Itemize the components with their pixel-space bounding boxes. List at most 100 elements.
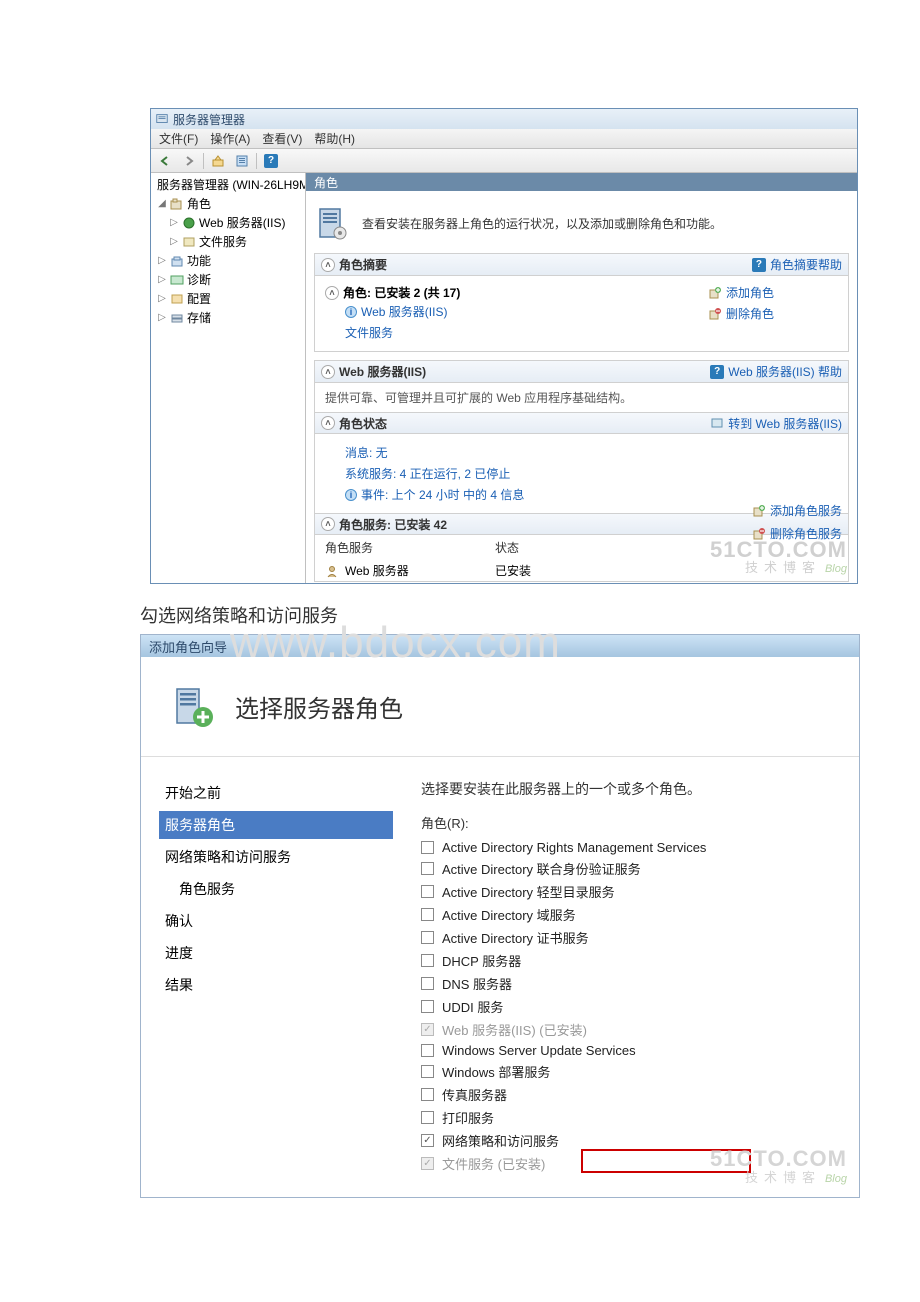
tree-config[interactable]: ▷ 配置 [151,289,305,308]
up-button[interactable] [208,151,228,171]
info-icon: i [345,489,357,501]
iis-help-link[interactable]: ? Web 服务器(IIS) 帮助 [710,363,842,380]
role-item[interactable]: 传真服务器 [421,1083,849,1106]
wizard-main: 选择要安装在此服务器上的一个或多个角色。 角色(R): Active Direc… [411,757,859,1197]
back-button[interactable] [155,151,175,171]
collapse-icon[interactable]: ◢ [157,198,167,209]
checkbox[interactable] [421,977,434,990]
help-button[interactable]: ? [261,151,281,171]
role-link-file[interactable]: 文件服务 [325,322,708,343]
help-icon: ? [710,365,724,379]
tree-pane[interactable]: 服务器管理器 (WIN-26LH9MG ◢ 角色 ▷ Web 服务器(IIS) … [151,173,306,583]
remove-role-link[interactable]: 删除角色 [708,305,838,322]
collapse-icon[interactable]: ˄ [325,286,339,300]
role-services-head: ˄ 角色服务: 已安装 42 添加角色服务 删除角色服务 [315,513,848,535]
expand-icon[interactable]: ▷ [157,255,167,266]
checkbox[interactable] [421,1044,434,1057]
diagnostics-icon [169,273,185,287]
role-item[interactable]: DHCP 服务器 [421,949,849,972]
role-list[interactable]: Active Directory Rights Management Servi… [421,838,849,1175]
nav-before[interactable]: 开始之前 [159,779,393,807]
server-manager-icon [155,112,169,126]
role-item[interactable]: Windows 部署服务 [421,1060,849,1083]
checkbox[interactable] [421,931,434,944]
tree-web-iis[interactable]: ▷ Web 服务器(IIS) [151,213,305,232]
features-icon [169,254,185,268]
checkbox[interactable] [421,1000,434,1013]
tree-features[interactable]: ▷ 功能 [151,251,305,270]
role-item[interactable]: DNS 服务器 [421,972,849,995]
properties-button[interactable] [232,151,252,171]
expand-icon[interactable]: ▷ [157,312,167,323]
nav-progress[interactable]: 进度 [159,939,393,967]
checkbox[interactable] [421,908,434,921]
checkbox[interactable] [421,885,434,898]
nav-role-services[interactable]: 角色服务 [159,875,393,903]
wizard-header-title: 选择服务器角色 [235,689,403,724]
nav-nps[interactable]: 网络策略和访问服务 [159,843,393,871]
collapse-icon[interactable]: ˄ [321,517,335,531]
role-status-head: ˄ 角色状态 转到 Web 服务器(IIS) [315,412,848,434]
checkbox[interactable] [421,1065,434,1078]
wizard-nav: 开始之前 服务器角色 网络策略和访问服务 角色服务 确认 进度 结果 [141,757,411,1197]
add-roles-wizard: 添加角色向导 选择服务器角色 开始之前 服务器角色 网络策略和访问服务 角色服务… [140,634,860,1198]
role-item[interactable]: UDDI 服务 [421,995,849,1018]
role-item[interactable]: Active Directory Rights Management Servi… [421,838,849,857]
add-role-service-link[interactable]: 添加角色服务 [752,502,842,519]
nav-server-roles[interactable]: 服务器角色 [159,811,393,839]
menubar: 文件(F) 操作(A) 查看(V) 帮助(H) [151,129,857,149]
checkbox[interactable] [421,1088,434,1101]
role-item[interactable]: Active Directory 证书服务 [421,926,849,949]
checkbox[interactable] [421,954,434,967]
role-label: 打印服务 [442,1108,494,1127]
menu-file[interactable]: 文件(F) [159,130,198,147]
expand-icon[interactable]: ▷ [169,217,179,228]
expand-icon[interactable]: ▷ [169,236,179,247]
tree-root[interactable]: 服务器管理器 (WIN-26LH9MG [151,175,305,194]
role-label: Windows Server Update Services [442,1043,636,1058]
menu-action[interactable]: 操作(A) [210,130,250,147]
tree-diag[interactable]: ▷ 诊断 [151,270,305,289]
goto-iis-link[interactable]: 转到 Web 服务器(IIS) [710,415,842,432]
role-label: 网络策略和访问服务 [442,1131,559,1150]
tree-file-svc[interactable]: ▷ 文件服务 [151,232,305,251]
tree-roles[interactable]: ◢ 角色 [151,194,305,213]
menu-view[interactable]: 查看(V) [262,130,302,147]
section-head: ˄ Web 服务器(IIS) ? Web 服务器(IIS) 帮助 [315,361,848,383]
role-item[interactable]: 打印服务 [421,1106,849,1129]
tree-storage[interactable]: ▷ 存储 [151,308,305,327]
nav-result[interactable]: 结果 [159,971,393,999]
titlebar[interactable]: 服务器管理器 [151,109,857,129]
role-item[interactable]: Active Directory 域服务 [421,903,849,926]
role-label: 传真服务器 [442,1085,507,1104]
role-summary-section: ˄ 角色摘要 ? 角色摘要帮助 ˄ 角色: 已安装 2 (共 17) [314,253,849,352]
collapse-icon[interactable]: ˄ [321,258,335,272]
role-label: Windows 部署服务 [442,1062,550,1081]
add-role-link[interactable]: 添加角色 [708,284,838,301]
role-item[interactable]: Active Directory 轻型目录服务 [421,880,849,903]
role-item[interactable]: Windows Server Update Services [421,1041,849,1060]
checkbox [421,1157,434,1170]
summary-help-link[interactable]: ? 角色摘要帮助 [752,256,842,273]
role-label: UDDI 服务 [442,997,503,1016]
expand-icon[interactable]: ▷ [157,274,167,285]
role-link-iis[interactable]: i Web 服务器(IIS) [325,301,708,322]
role-label: Active Directory 联合身份验证服务 [442,859,641,878]
collapse-icon[interactable]: ˄ [321,416,335,430]
checkbox[interactable] [421,1111,434,1124]
checkbox[interactable] [421,1134,434,1147]
watermark: 51CTO.COM 技术博客Blog [710,1147,847,1185]
role-label: 文件服务 (已安装) [442,1154,545,1173]
storage-icon [169,311,185,325]
collapse-icon[interactable]: ˄ [321,365,335,379]
expand-icon[interactable]: ▷ [157,293,167,304]
checkbox[interactable] [421,862,434,875]
server-manager-window: 服务器管理器 文件(F) 操作(A) 查看(V) 帮助(H) ? 服务器管理器 … [150,108,858,584]
menu-help[interactable]: 帮助(H) [314,130,355,147]
role-item[interactable]: Active Directory 联合身份验证服务 [421,857,849,880]
nav-confirm[interactable]: 确认 [159,907,393,935]
content-pane: 角色 查看安装在服务器上角色的运行状况，以及添加或删除角色和功能。 ˄ 角色摘要 [306,173,857,583]
checkbox[interactable] [421,841,434,854]
role-label: Web 服务器(IIS) (已安装) [442,1020,587,1039]
forward-button[interactable] [179,151,199,171]
